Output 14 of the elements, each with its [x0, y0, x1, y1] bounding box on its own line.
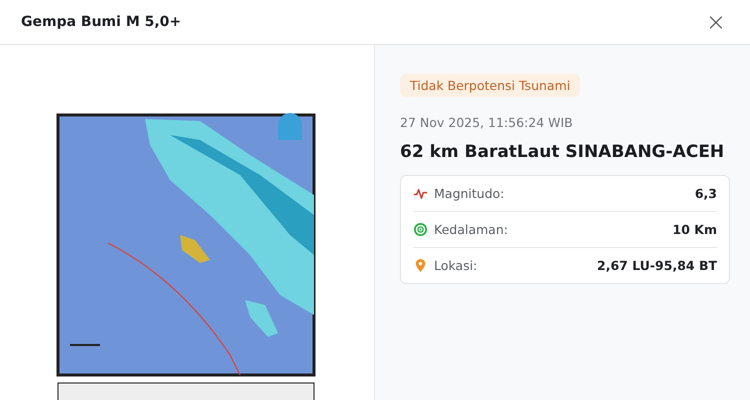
dialog-title: Gempa Bumi M 5,0+ — [21, 14, 182, 30]
target-icon — [413, 222, 428, 237]
tsunami-status-badge: Tidak Berpotensi Tsunami — [400, 74, 580, 97]
detail-label: Magnitudo: — [434, 186, 504, 201]
event-location-title: 62 km BaratLaut SINABANG-ACEH — [400, 142, 724, 162]
location-pin-icon — [413, 258, 428, 273]
detail-label: Lokasi: — [434, 258, 478, 273]
detail-value: 10 Km — [672, 222, 717, 237]
close-button[interactable]: × — [704, 10, 728, 34]
detail-value: 2,67 LU-95,84 BT — [597, 258, 717, 273]
pulse-icon — [413, 186, 428, 201]
detail-label: Kedalaman: — [434, 222, 508, 237]
detail-value: 6,3 — [694, 186, 717, 201]
event-datetime: 27 Nov 2025, 11:56:24 WIB — [400, 115, 573, 130]
